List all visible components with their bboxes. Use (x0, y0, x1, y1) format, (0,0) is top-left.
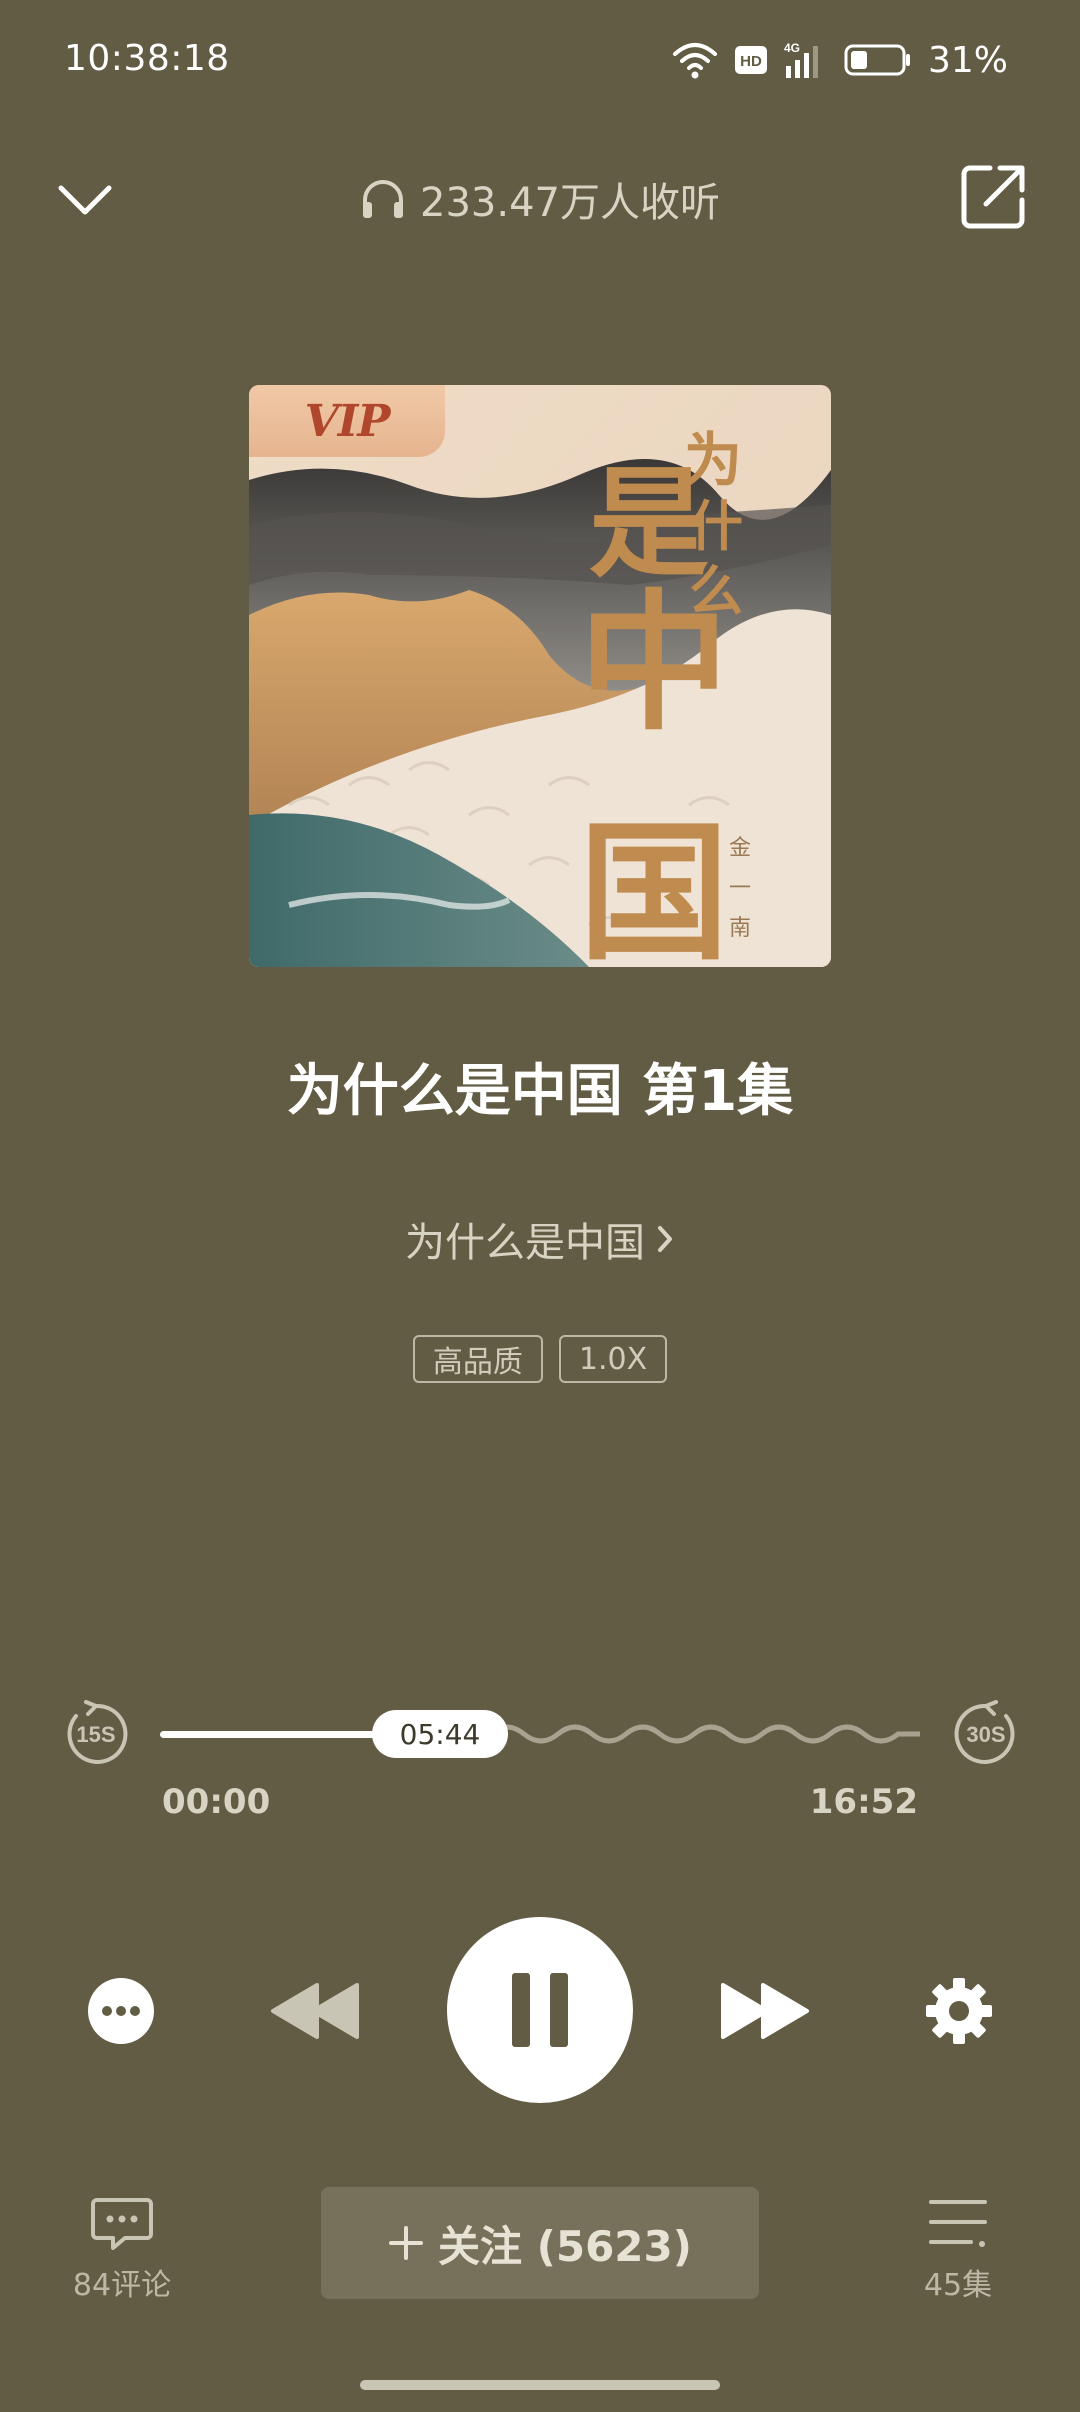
progress-played (160, 1731, 390, 1738)
listen-count-text: 233.47万人收听 (420, 180, 720, 226)
listen-count: 233.47万人收听 (0, 170, 1080, 228)
more-icon[interactable] (86, 1976, 156, 2046)
status-time: 10:38:18 (64, 38, 230, 79)
time-end: 16:52 (809, 1782, 918, 1822)
follow-button[interactable]: 关注 (5623) (321, 2187, 759, 2299)
svg-text:中: 中 (579, 575, 729, 751)
svg-text:金: 金 (729, 836, 751, 861)
playlist-icon (929, 2200, 987, 2247)
time-start: 00:00 (162, 1782, 271, 1822)
fast-forward-icon[interactable] (716, 1978, 814, 2044)
chevron-right-icon (658, 1226, 672, 1252)
comments-count: 84评论 (72, 2268, 172, 2303)
comments-button[interactable]: 84评论 (62, 2196, 182, 2304)
album-link[interactable]: 为什么是中国 (0, 1210, 1080, 1268)
speed-tag[interactable]: 1.0X (558, 1335, 668, 1383)
rewind-icon[interactable] (266, 1978, 364, 2044)
vip-badge: VIP (249, 385, 445, 457)
follow-label: 关注 (5623) (438, 2221, 692, 2271)
gear-icon[interactable] (922, 1974, 996, 2048)
svg-text:一: 一 (729, 876, 751, 901)
progress-remaining-wave (490, 1724, 920, 1744)
rewind-15s-icon[interactable]: 15S (62, 1700, 130, 1768)
progress-bar[interactable]: 05:44 (160, 1700, 920, 1768)
svg-text:30S: 30S (966, 1722, 1005, 1747)
comment-icon (91, 2198, 153, 2250)
current-time-thumb[interactable]: 05:44 (372, 1710, 508, 1758)
svg-text:4G: 4G (784, 41, 800, 55)
svg-text:南: 南 (729, 916, 751, 941)
pause-button[interactable] (447, 1917, 633, 2103)
plus-icon (389, 2226, 424, 2260)
quality-tag[interactable]: 高品质 (412, 1335, 543, 1383)
battery-level: 31% (927, 39, 1008, 81)
episode-list-button[interactable]: 45集 (898, 2196, 1018, 2304)
cover-artwork: 是 为 什 么 中 国 金 一 南 (249, 385, 831, 967)
home-indicator[interactable] (360, 2380, 720, 2390)
svg-text:为: 为 (684, 426, 742, 494)
headphones-icon (363, 180, 404, 218)
pause-icon (512, 1973, 568, 2047)
player-screen: 10:38:18 HD 4G 31% 233.47万人收听 是 为 什 么 中 … (0, 0, 1080, 2412)
episode-title: 为什么是中国 第1集 (286, 1059, 794, 1124)
svg-text:什: 什 (689, 494, 743, 558)
svg-text:国: 国 (579, 805, 729, 967)
episode-count: 45集 (923, 2268, 993, 2303)
svg-text:HD: HD (740, 53, 762, 70)
album-cover: 是 为 什 么 中 国 金 一 南 VIP (249, 385, 831, 967)
album-name: 为什么是中国 (405, 1220, 645, 1266)
signal-icon: 4G (784, 41, 818, 78)
battery-icon (844, 44, 910, 76)
share-icon[interactable] (958, 160, 1030, 232)
tag-row: 高品质 1.0X (0, 1335, 1080, 1383)
wifi-icon (672, 43, 717, 79)
forward-30s-icon[interactable]: 30S (952, 1700, 1020, 1768)
status-icons: HD 4G 31% (672, 36, 1008, 84)
svg-text:15S: 15S (76, 1722, 115, 1747)
hd-icon: HD (734, 46, 767, 74)
